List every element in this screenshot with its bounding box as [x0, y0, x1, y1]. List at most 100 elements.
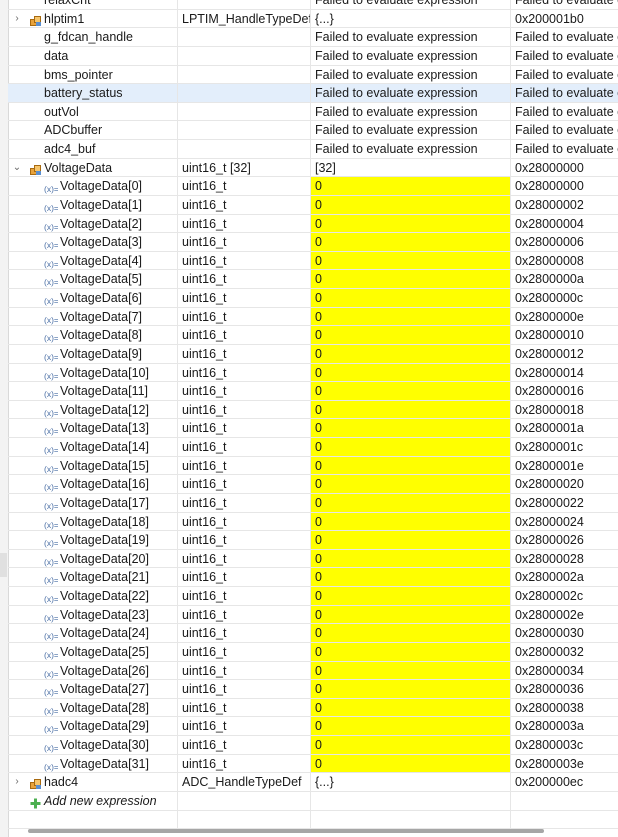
- table-row[interactable]: (x)= VoltageData[4] uint16_t 0 0x28000008: [8, 251, 618, 271]
- table-row[interactable]: (x)= VoltageData[18] uint16_t 0 0x28000024: [8, 512, 618, 532]
- value-cell[interactable]: 0: [311, 400, 511, 419]
- expression-cell[interactable]: battery_status: [8, 84, 178, 102]
- expression-cell[interactable]: (x)= VoltageData[9]: [8, 344, 178, 363]
- value-cell[interactable]: 0: [311, 475, 511, 493]
- chevron-down-icon[interactable]: ⌄: [11, 159, 23, 177]
- expression-cell[interactable]: (x)= VoltageData[19]: [8, 531, 178, 549]
- value-cell[interactable]: [32]: [311, 158, 511, 177]
- value-cell[interactable]: 0: [311, 456, 511, 475]
- value-cell[interactable]: {...}: [311, 9, 511, 28]
- expression-cell[interactable]: (x)= VoltageData[5]: [8, 270, 178, 288]
- value-cell[interactable]: 0: [311, 177, 511, 195]
- expression-cell[interactable]: › hlptim1: [8, 9, 178, 28]
- value-cell[interactable]: 0: [311, 512, 511, 531]
- table-row[interactable]: (x)= VoltageData[25] uint16_t 0 0x28000032: [8, 642, 618, 662]
- value-cell[interactable]: 0: [311, 270, 511, 288]
- table-row[interactable]: (x)= VoltageData[21] uint16_t 0 0x2800002a: [8, 568, 618, 587]
- table-row[interactable]: (x)= VoltageData[26] uint16_t 0 0x28000034: [8, 661, 618, 681]
- expression-cell[interactable]: (x)= VoltageData[4]: [8, 251, 178, 270]
- expression-cell[interactable]: (x)= VoltageData[28]: [8, 698, 178, 717]
- expression-cell[interactable]: ⌄ VoltageData: [8, 158, 178, 177]
- expression-cell[interactable]: outVol: [8, 102, 178, 121]
- value-cell[interactable]: 0: [311, 326, 511, 344]
- table-row[interactable]: (x)= VoltageData[2] uint16_t 0 0x28000004: [8, 214, 618, 234]
- expression-cell[interactable]: (x)= VoltageData[18]: [8, 512, 178, 531]
- expression-cell[interactable]: (x)= VoltageData[31]: [8, 754, 178, 773]
- expression-cell[interactable]: (x)= VoltageData[17]: [8, 493, 178, 512]
- value-cell[interactable]: {...}: [311, 773, 511, 791]
- add-new-expression-row[interactable]: Add new expression: [8, 791, 618, 811]
- expression-cell[interactable]: [8, 810, 178, 829]
- value-cell[interactable]: 0: [311, 605, 511, 624]
- horizontal-scrollbar-thumb[interactable]: [28, 829, 544, 833]
- expression-cell[interactable]: g_fdcan_handle: [8, 28, 178, 46]
- value-cell[interactable]: 0: [311, 587, 511, 605]
- table-row[interactable]: data Failed to evaluate expression Failed …: [8, 46, 618, 66]
- value-cell[interactable]: Failed to evaluate expression: [311, 102, 511, 121]
- expression-cell[interactable]: (x)= VoltageData[8]: [8, 326, 178, 344]
- value-cell[interactable]: Failed to evaluate expression: [311, 140, 511, 158]
- expression-cell[interactable]: › hadc4: [8, 773, 178, 791]
- table-row[interactable]: (x)= VoltageData[14] uint16_t 0 0x2800001c: [8, 438, 618, 457]
- expression-cell[interactable]: (x)= VoltageData[7]: [8, 307, 178, 326]
- value-cell[interactable]: 0: [311, 251, 511, 270]
- table-row[interactable]: (x)= VoltageData[22] uint16_t 0 0x2800002c: [8, 587, 618, 606]
- value-cell[interactable]: 0: [311, 419, 511, 437]
- value-cell[interactable]: Failed to evaluate expression: [311, 84, 511, 102]
- value-cell[interactable]: 0: [311, 736, 511, 754]
- value-cell[interactable]: 0: [311, 680, 511, 698]
- table-row[interactable]: (x)= VoltageData[23] uint16_t 0 0x2800002e: [8, 605, 618, 625]
- value-cell[interactable]: [311, 810, 511, 829]
- table-row[interactable]: [8, 810, 618, 830]
- table-row[interactable]: ADCbuffer Failed to evaluate expression Fa…: [8, 121, 618, 140]
- expression-cell[interactable]: relaxCnt: [8, 0, 178, 9]
- expression-cell[interactable]: (x)= VoltageData[24]: [8, 624, 178, 642]
- chevron-right-icon[interactable]: ›: [11, 773, 23, 791]
- table-row[interactable]: (x)= VoltageData[29] uint16_t 0 0x2800003a: [8, 717, 618, 736]
- expression-cell[interactable]: (x)= VoltageData[1]: [8, 195, 178, 214]
- table-row[interactable]: (x)= VoltageData[20] uint16_t 0 0x28000028: [8, 549, 618, 569]
- value-cell[interactable]: 0: [311, 624, 511, 642]
- table-row[interactable]: (x)= VoltageData[1] uint16_t 0 0x28000002: [8, 195, 618, 215]
- table-row[interactable]: bms_pointer Failed to evaluate expression…: [8, 65, 618, 85]
- table-row[interactable]: (x)= VoltageData[30] uint16_t 0 0x2800003c: [8, 736, 618, 755]
- value-cell[interactable]: 0: [311, 233, 511, 251]
- table-row[interactable]: › hlptim1 LPTIM_HandleTypeDef {...} 0x200001…: [8, 9, 618, 29]
- table-row[interactable]: g_fdcan_handle Failed to evaluate express…: [8, 28, 618, 47]
- expression-cell[interactable]: (x)= VoltageData[22]: [8, 587, 178, 605]
- value-cell[interactable]: 0: [311, 344, 511, 363]
- value-cell[interactable]: 0: [311, 195, 511, 214]
- value-cell[interactable]: 0: [311, 493, 511, 512]
- value-cell[interactable]: 0: [311, 214, 511, 233]
- expression-cell[interactable]: (x)= VoltageData[13]: [8, 419, 178, 437]
- value-cell[interactable]: 0: [311, 531, 511, 549]
- expression-cell[interactable]: Add new expression: [8, 791, 178, 810]
- value-cell[interactable]: Failed to evaluate expression: [311, 28, 511, 46]
- expression-cell[interactable]: (x)= VoltageData[30]: [8, 736, 178, 754]
- expression-cell[interactable]: (x)= VoltageData[14]: [8, 438, 178, 456]
- expression-cell[interactable]: (x)= VoltageData[26]: [8, 661, 178, 680]
- table-row[interactable]: (x)= VoltageData[31] uint16_t 0 0x2800003e: [8, 754, 618, 774]
- expression-cell[interactable]: (x)= VoltageData[27]: [8, 680, 178, 698]
- value-cell[interactable]: Failed to evaluate expression: [311, 46, 511, 65]
- expression-cell[interactable]: (x)= VoltageData[12]: [8, 400, 178, 419]
- expression-cell[interactable]: (x)= VoltageData[21]: [8, 568, 178, 586]
- expression-cell[interactable]: (x)= VoltageData[29]: [8, 717, 178, 735]
- table-row[interactable]: (x)= VoltageData[19] uint16_t 0 0x28000026: [8, 531, 618, 550]
- expression-cell[interactable]: adc4_buf: [8, 140, 178, 158]
- table-row[interactable]: (x)= VoltageData[7] uint16_t 0 0x2800000e: [8, 307, 618, 327]
- expression-cell[interactable]: (x)= VoltageData[25]: [8, 642, 178, 661]
- expression-cell[interactable]: bms_pointer: [8, 65, 178, 84]
- expression-cell[interactable]: (x)= VoltageData[11]: [8, 382, 178, 400]
- expression-cell[interactable]: (x)= VoltageData[23]: [8, 605, 178, 624]
- table-row[interactable]: (x)= VoltageData[8] uint16_t 0 0x28000010: [8, 326, 618, 345]
- table-row[interactable]: battery_status Failed to evaluate express…: [8, 84, 618, 103]
- value-cell[interactable]: 0: [311, 717, 511, 735]
- expression-cell[interactable]: (x)= VoltageData[3]: [8, 233, 178, 251]
- value-cell[interactable]: Failed to evaluate expression: [311, 121, 511, 139]
- value-cell[interactable]: 0: [311, 438, 511, 456]
- expression-cell[interactable]: (x)= VoltageData[0]: [8, 177, 178, 195]
- table-row[interactable]: adc4_buf Failed to evaluate expression Fai…: [8, 140, 618, 159]
- expression-cell[interactable]: (x)= VoltageData[2]: [8, 214, 178, 233]
- expression-cell[interactable]: (x)= VoltageData[15]: [8, 456, 178, 475]
